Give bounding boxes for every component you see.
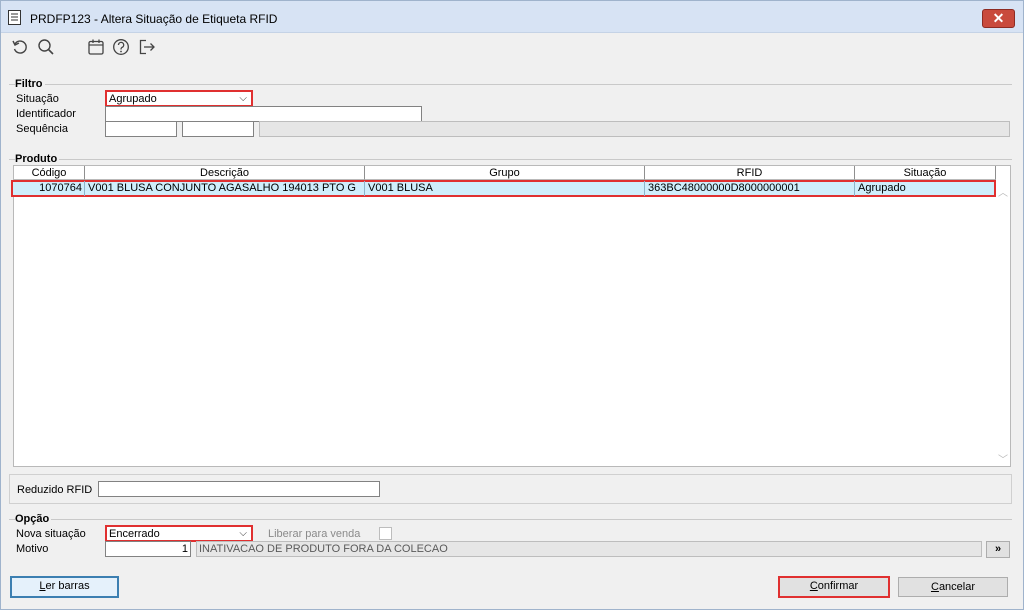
produto-divider [9, 159, 1012, 160]
filtro-title: Filtro [15, 78, 45, 90]
cell-situacao: Agrupado [858, 182, 906, 194]
cell-grupo: V001 BLUSA [365, 181, 645, 196]
window-title: PRDFP123 - Altera Situação de Etiqueta R… [30, 12, 278, 26]
col-header-situacao[interactable]: Situação [855, 166, 996, 180]
ler-barras-button[interactable]: Ler barras [10, 576, 119, 598]
motivo-label: Motivo [16, 543, 49, 555]
produto-title: Produto [15, 153, 60, 165]
nova-situacao-value: Encerrado [109, 528, 160, 540]
sequencia-from-input[interactable] [105, 121, 177, 137]
document-icon [8, 10, 21, 25]
motivo-description: INATIVACAO DE PRODUTO FORA DA COLECAO [196, 541, 982, 557]
chevron-down-icon: ⌵ [239, 528, 247, 539]
col-header-codigo[interactable]: Código [14, 166, 85, 180]
liberar-checkbox[interactable] [379, 527, 392, 540]
col-header-rfid[interactable]: RFID [645, 166, 855, 180]
situacao-label: Situação [16, 93, 59, 105]
sequencia-to-input[interactable] [182, 121, 254, 137]
opcao-title: Opção [15, 513, 52, 525]
confirmar-label: onfirmar [817, 580, 859, 592]
col-header-descricao[interactable]: Descrição [85, 166, 365, 180]
cancelar-label: ancelar [938, 581, 976, 593]
search-icon[interactable] [37, 38, 55, 56]
reduzido-input[interactable] [98, 481, 380, 497]
nova-situacao-label: Nova situação [16, 528, 86, 540]
reduzido-label: Reduzido RFID [17, 484, 93, 496]
filtro-divider [9, 84, 1012, 85]
motivo-code-input[interactable]: 1 [105, 541, 191, 557]
situacao-value: Agrupado [109, 93, 157, 105]
ler-barras-label: er barras [45, 580, 90, 592]
product-grid [13, 165, 1011, 467]
sequencia-display [259, 121, 1010, 137]
cell-rfid: 363BC48000000D8000000001 [645, 181, 855, 196]
close-button[interactable]: ✕ [982, 9, 1015, 28]
situacao-select[interactable]: Agrupado ⌵ [105, 90, 253, 107]
exit-icon[interactable] [138, 38, 156, 56]
col-header-grupo[interactable]: Grupo [365, 166, 645, 180]
scroll-up-icon[interactable]: ︿ [996, 184, 1010, 199]
refresh-icon[interactable] [11, 38, 29, 56]
scroll-down-icon[interactable]: ﹀ [996, 451, 1010, 466]
cell-descricao: V001 BLUSA CONJUNTO AGASALHO 194013 PTO … [85, 181, 365, 196]
opcao-divider [9, 519, 1012, 520]
help-icon[interactable] [112, 38, 130, 56]
identificador-input[interactable] [105, 106, 422, 122]
sequencia-label: Sequência [16, 123, 68, 135]
confirmar-button[interactable]: Confirmar [778, 576, 890, 598]
cell-codigo: 1070764 [14, 181, 85, 196]
identificador-label: Identificador [16, 108, 76, 120]
grid-scrollbar[interactable]: ︿ ﹀ [996, 181, 1010, 466]
nova-situacao-select[interactable]: Encerrado ⌵ [105, 525, 253, 542]
motivo-lookup-button[interactable]: » [986, 541, 1010, 558]
cancelar-mnemonic: C [930, 581, 939, 593]
chevron-down-icon: ⌵ [239, 93, 247, 104]
calendar-icon[interactable] [87, 38, 105, 56]
liberar-label: Liberar para venda [268, 528, 361, 540]
cancelar-button[interactable]: Cancelar [898, 577, 1008, 597]
confirmar-mnemonic: C [809, 580, 818, 592]
